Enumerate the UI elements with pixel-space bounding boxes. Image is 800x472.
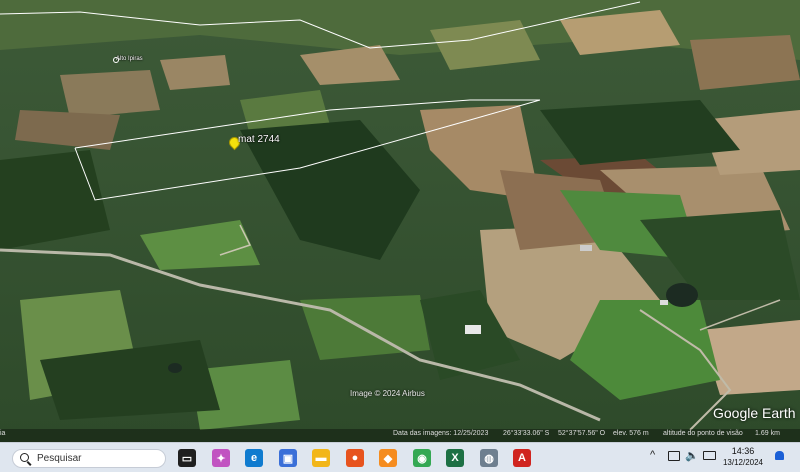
status-bar: ia Data das imagens: 12/25/2023 26°33'33… [0,429,800,442]
place-name-label: Alto Ipiras [116,56,143,62]
longitude: 52°37'57.56" O [558,430,606,437]
system-clock[interactable]: 14:36 13/12/2024 [720,446,766,468]
volume-icon[interactable]: 🔈 [685,449,699,462]
left-edge-text: ia [0,430,6,437]
place-marker-icon [113,57,119,63]
eye-altitude-label: altitude do ponto de visão [663,430,743,437]
latitude: 26°33'33.06" S [503,430,550,437]
tray-overflow-chevron-icon[interactable]: ^ [650,449,655,461]
google-earth-logo: Google Earth [713,405,796,421]
app-icon[interactable]: ◆ [379,449,397,467]
clock-time: 14:36 [731,446,755,456]
edge-browser-icon[interactable]: e [245,449,263,467]
clock-date: 13/12/2024 [722,458,764,467]
elevation: elev. 576 m [613,430,649,437]
file-explorer-icon[interactable]: ▬ [312,449,330,467]
notification-bell-icon[interactable] [775,451,784,462]
search-input[interactable]: Pesquisar [12,449,166,468]
imagery-date: Data das imagens: 12/25/2023 [393,430,489,437]
image-credit: Image © 2024 Airbus [350,389,425,398]
terrain-imagery [0,0,800,442]
eye-altitude-value: 1.69 km [755,430,780,437]
copilot-icon[interactable]: ✦ [212,449,230,467]
placemark-label[interactable]: mat 2744 [238,134,280,145]
battery-icon[interactable] [703,451,716,462]
excel-icon[interactable]: X [446,449,464,467]
search-icon [20,453,29,462]
task-view-icon[interactable]: ▭ [178,449,196,467]
search-placeholder: Pesquisar [37,453,82,464]
store-icon[interactable]: ▣ [279,449,297,467]
windows-taskbar: Pesquisar ▭ ✦ e ▣ ▬ ● ◆ ◉ X ◍ A ^ 🔈 14:36 13/12/20… [0,442,800,472]
network-icon[interactable] [668,451,680,463]
firefox-icon[interactable]: ● [346,449,364,467]
google-earth-icon[interactable]: ◍ [480,449,498,467]
chrome-icon[interactable]: ◉ [413,449,431,467]
satellite-map-view[interactable]: mat 2744 Alto Ipiras Image © 2024 Airbus… [0,0,800,442]
acrobat-icon[interactable]: A [513,449,531,467]
